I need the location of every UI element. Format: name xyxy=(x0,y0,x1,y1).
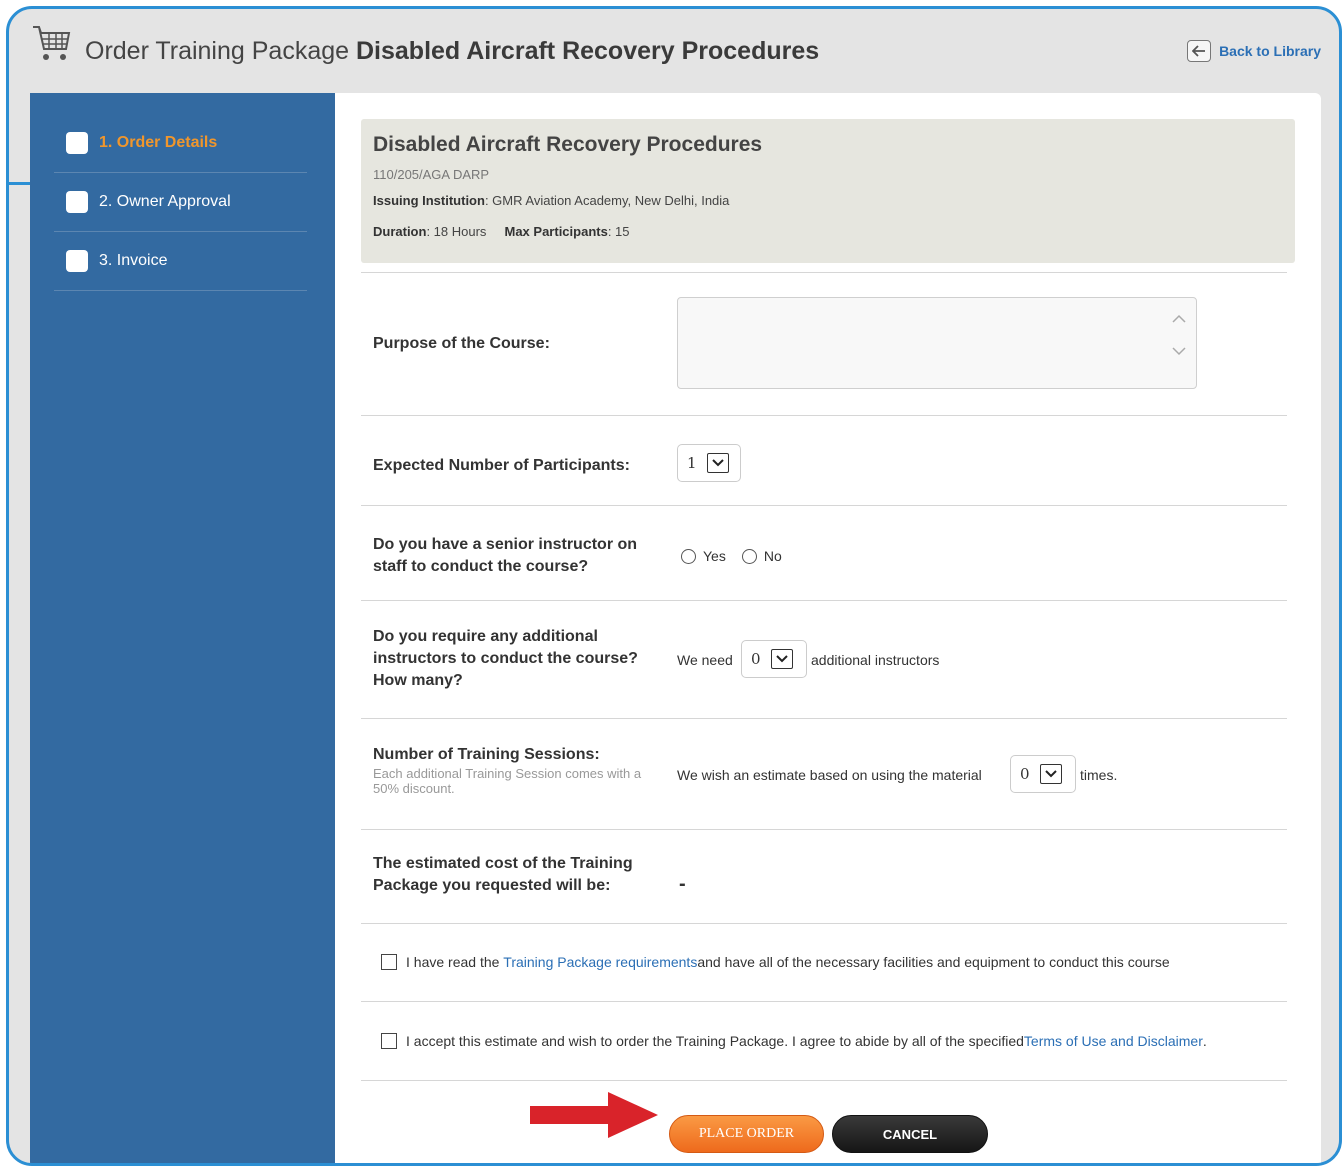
cancel-button[interactable]: CANCEL xyxy=(832,1115,988,1153)
sessions-label: Number of Training Sessions: Each additi… xyxy=(373,744,663,796)
chevron-down-icon xyxy=(770,649,793,669)
red-arrow-icon xyxy=(530,1092,658,1138)
terms-prefix: I accept this estimate and wish to order… xyxy=(406,1033,1024,1049)
back-to-library-button[interactable]: Back to Library xyxy=(1187,40,1321,62)
divider xyxy=(361,829,1287,830)
sessions-value: 0 xyxy=(1020,765,1030,783)
steps-sidebar: 1. Order Details 2. Owner Approval 3. In… xyxy=(30,93,335,1163)
requirements-agreement: I have read the Training Package require… xyxy=(381,954,1170,970)
senior-yes-radio[interactable] xyxy=(681,548,696,564)
additional-prefix: We need xyxy=(677,652,733,668)
divider xyxy=(361,600,1287,601)
course-duration: Duration: 18 Hours Max Participants: 15 xyxy=(373,224,630,239)
additional-instructors-label: Do you require any additional instructor… xyxy=(373,628,638,689)
senior-instructor-label: Do you have a senior instructor on staff… xyxy=(373,536,638,575)
sidebar-item-owner-approval[interactable]: 2. Owner Approval xyxy=(54,173,307,232)
estimated-cost-value: - xyxy=(679,873,686,895)
chevron-down-icon xyxy=(706,453,729,473)
course-institution: Issuing Institution: GMR Aviation Academ… xyxy=(373,193,729,208)
chevron-down-icon xyxy=(1039,764,1062,784)
estimated-cost-label: The estimated cost of the Training Packa… xyxy=(373,855,633,894)
sidebar-item-label: 2. Owner Approval xyxy=(99,193,231,210)
senior-instructor-radio-group: Yes No xyxy=(681,548,798,564)
purpose-label: Purpose of the Course: xyxy=(373,335,550,352)
max-participants-label: Max Participants xyxy=(504,224,608,239)
page-header: Order Training Package Disabled Aircraft… xyxy=(9,9,1339,93)
sidebar-item-invoice[interactable]: 3. Invoice xyxy=(54,232,307,291)
terms-suffix: . xyxy=(1202,1033,1207,1049)
requirements-link[interactable]: Training Package requirements xyxy=(503,954,697,970)
divider xyxy=(361,718,1287,719)
senior-yes-label: Yes xyxy=(703,548,726,564)
course-title: Disabled Aircraft Recovery Procedures xyxy=(373,133,763,156)
duration-label: Duration xyxy=(373,224,427,239)
divider xyxy=(361,415,1287,416)
terms-agreement: I accept this estimate and wish to order… xyxy=(381,1033,1207,1049)
course-summary: Disabled Aircraft Recovery Procedures 11… xyxy=(361,119,1295,263)
divider xyxy=(361,923,1287,924)
institution-value: : GMR Aviation Academy, New Delhi, India xyxy=(484,193,730,208)
senior-no-label: No xyxy=(763,548,782,564)
additional-suffix: additional instructors xyxy=(811,652,940,668)
step-checkbox xyxy=(66,132,88,154)
arrow-left-icon xyxy=(1187,40,1212,62)
place-order-button[interactable]: PLACE ORDER xyxy=(669,1115,824,1153)
course-code: 110/205/AGA DARP xyxy=(373,167,490,182)
page-title: Order Training Package Disabled Aircraft… xyxy=(85,37,819,66)
institution-label: Issuing Institution xyxy=(373,193,485,208)
duration-value: : 18 Hours xyxy=(426,224,487,239)
additional-instructors-select[interactable]: 0 xyxy=(741,640,807,678)
sessions-prefix: We wish an estimate based on using the m… xyxy=(677,767,982,783)
requirements-checkbox[interactable] xyxy=(381,954,397,970)
max-participants-value: : 15 xyxy=(607,224,630,239)
sessions-select[interactable]: 0 xyxy=(1010,755,1076,793)
divider xyxy=(361,505,1287,506)
title-prefix: Order Training Package xyxy=(85,37,350,65)
sessions-suffix: times. xyxy=(1080,767,1118,783)
participants-select[interactable]: 1 xyxy=(677,444,741,482)
order-form: Disabled Aircraft Recovery Procedures 11… xyxy=(335,93,1321,1163)
scroll-down-icon[interactable] xyxy=(1172,346,1186,356)
participants-value: 1 xyxy=(687,454,697,472)
sidebar-item-label: 1. Order Details xyxy=(99,134,218,151)
requirements-suffix: and have all of the necessary facilities… xyxy=(697,954,1170,970)
divider xyxy=(361,272,1287,273)
senior-no-radio[interactable] xyxy=(741,548,757,564)
sessions-note: Each additional Training Session comes w… xyxy=(373,766,642,796)
sessions-title: Number of Training Sessions: xyxy=(373,746,600,763)
scroll-up-icon[interactable] xyxy=(1172,314,1186,324)
step-checkbox xyxy=(66,250,88,272)
shopping-cart-icon xyxy=(33,26,71,60)
step-checkbox xyxy=(66,191,88,213)
participants-label: Expected Number of Participants: xyxy=(373,457,630,474)
window-frame: Order Training Package Disabled Aircraft… xyxy=(6,6,1342,1166)
terms-checkbox[interactable] xyxy=(381,1033,397,1049)
back-to-library-label: Back to Library xyxy=(1219,43,1321,59)
divider xyxy=(361,1080,1287,1081)
purpose-textarea[interactable] xyxy=(677,297,1197,389)
additional-instructors-value: 0 xyxy=(751,650,761,668)
sidebar-item-label: 3. Invoice xyxy=(99,252,168,269)
sidebar-item-order-details[interactable]: 1. Order Details xyxy=(54,114,307,173)
terms-link[interactable]: Terms of Use and Disclaimer xyxy=(1024,1033,1203,1049)
divider xyxy=(361,1001,1287,1002)
title-course: Disabled Aircraft Recovery Procedures xyxy=(355,37,820,65)
requirements-prefix: I have read the xyxy=(406,954,500,970)
